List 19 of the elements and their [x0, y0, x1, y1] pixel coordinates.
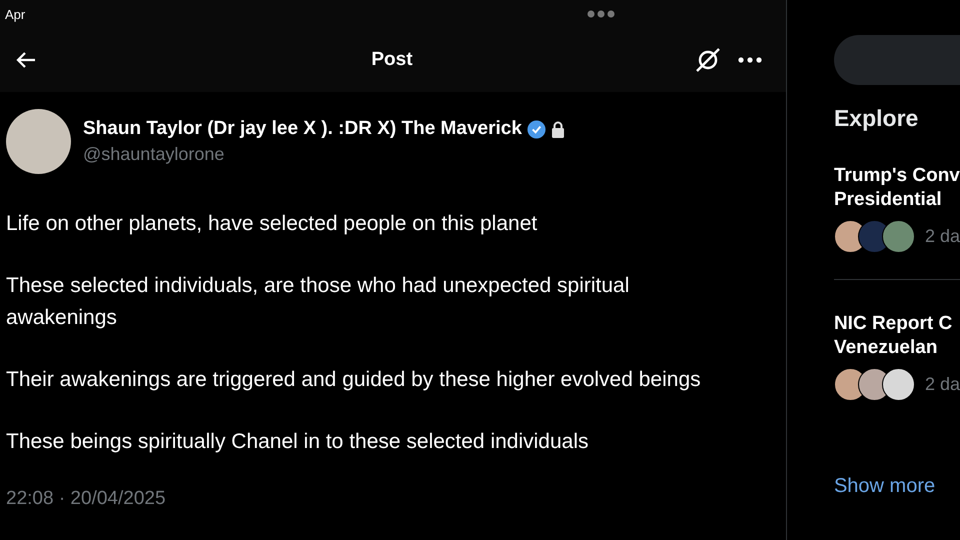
post-paragraph: These beings spiritually Chanel in to these selected individuals — [6, 429, 590, 455]
trend-item[interactable]: NIC Report C Venezuelan 2 da — [834, 280, 960, 427]
post-paragraph: These selected individuals, are those who had unexpected spiritual awakenings — [6, 273, 630, 331]
trend-title: Venezuelan — [834, 336, 938, 360]
trend-meta: 2 da — [924, 226, 960, 247]
status-time: Apr — [5, 6, 26, 22]
show-more-link[interactable]: Show more — [834, 475, 960, 498]
trend-title: Presidential — [834, 188, 943, 212]
page-title: Post — [371, 49, 413, 71]
trend-meta: 2 da — [924, 374, 960, 395]
sidebar-title: Explore — [834, 105, 920, 132]
author-handle[interactable]: @shauntaylorone — [83, 144, 565, 165]
post-timestamp: 22:08 · 20/04/2025 — [6, 488, 167, 510]
trend-title: NIC Report C — [834, 312, 954, 336]
post-paragraph: Life on other planets, have selected people on this planet — [6, 211, 538, 237]
trend-item[interactable]: Trump's Conv Presidential 2 da — [834, 132, 960, 280]
author-name: Shaun Taylor (Dr jay lee X ). :DR X) The Maverick — [83, 118, 522, 140]
trend-title: Trump's Conv — [834, 164, 960, 188]
post-paragraph: Their awakenings are triggered and guided by these higher evolved beings — [6, 367, 702, 393]
